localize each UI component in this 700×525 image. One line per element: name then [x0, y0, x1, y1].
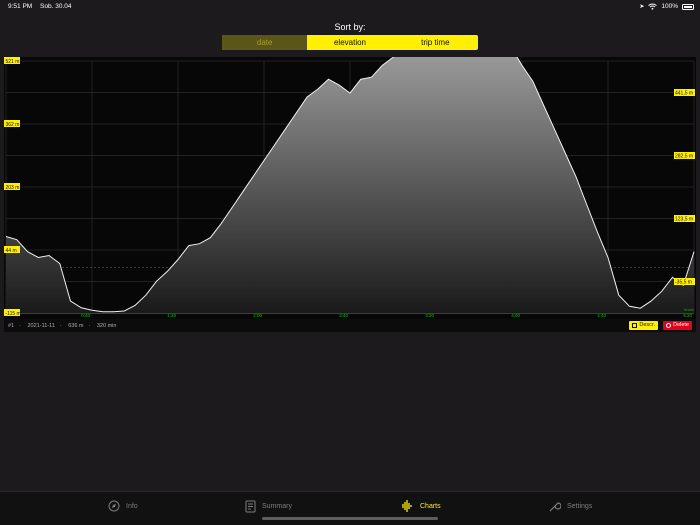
tab-info-label: Info: [126, 502, 138, 510]
sort-option-elevation[interactable]: elevation: [307, 35, 392, 50]
tab-settings[interactable]: Settings: [548, 500, 592, 513]
location-icon: ➤: [639, 4, 645, 10]
tab-charts-label: Charts: [420, 502, 441, 510]
delete-button[interactable]: Delete: [663, 321, 692, 330]
status-right: ➤ 100%: [639, 3, 694, 10]
tab-summary-label: Summary: [262, 503, 292, 510]
svg-text:123,5 m: 123,5 m: [675, 217, 693, 223]
battery-percent: 100%: [661, 3, 678, 10]
elevation-chart-panel: 521 m 362 m 203 m 44 m -115 m 441,5 m 282,5 m 1…: [4, 57, 696, 332]
elevation-area: [6, 57, 694, 313]
y-tick-label-right: 123,5 m: [674, 215, 695, 223]
tab-settings-label: Settings: [567, 503, 593, 510]
chart-record-info: #1 · 2021-11-11 · 636 m · 320 min Descr. De…: [4, 319, 696, 332]
x-tick-label: 2:00: [253, 313, 262, 318]
sort-segmented-control: date elevation trip time: [222, 35, 478, 50]
y-tick-label-left: 362 m: [4, 120, 20, 128]
svg-text:441,5 m: 441,5 m: [675, 91, 693, 97]
sort-option-trip-time[interactable]: trip time: [393, 35, 478, 50]
svg-text:203 m: 203 m: [6, 185, 20, 191]
x-tick-label: 5:20: [683, 313, 692, 318]
document-icon: [245, 500, 256, 513]
svg-text:521 m: 521 m: [6, 59, 20, 65]
delete-button-label: Delete: [673, 322, 689, 328]
svg-text:282,5 m: 282,5 m: [675, 154, 693, 160]
record-duration: 320 min: [96, 323, 117, 329]
svg-text:-35,5 m: -35,5 m: [675, 280, 692, 286]
status-date: Sob. 30.04: [40, 3, 72, 10]
y-tick-label-left: 521 m: [4, 57, 20, 65]
note-icon: [632, 323, 638, 328]
svg-text:-115 m: -115 m: [6, 311, 21, 317]
x-tick-label: 1:20: [167, 313, 176, 318]
record-id: #1: [8, 323, 15, 329]
wifi-icon: [648, 3, 658, 10]
x-tick-label: 3:20: [425, 313, 434, 318]
delete-icon: [666, 323, 672, 328]
wrench-icon: [549, 502, 561, 512]
record-elevation: 636 m: [68, 323, 84, 329]
x-tick-label: 4:40: [597, 313, 606, 318]
y-tick-label-left: 44 m: [4, 246, 20, 254]
y-tick-label-right: 282,5 m: [674, 152, 695, 160]
sort-label: Sort by:: [334, 22, 366, 32]
tab-summary[interactable]: Summary: [245, 500, 292, 513]
svg-text:44 m: 44 m: [6, 248, 17, 254]
compass-icon: [108, 500, 120, 512]
record-summary: #1 · 2021-11-11 · 636 m · 320 min: [8, 323, 117, 329]
x-tick-label: 4:00: [511, 313, 520, 318]
sort-option-date[interactable]: date: [222, 35, 308, 50]
x-unit-label: hr:min: [684, 308, 694, 312]
status-left: 9:51 PM Sob. 30.04: [8, 3, 77, 10]
y-tick-label-left: 203 m: [4, 183, 20, 191]
description-button[interactable]: Descr.: [629, 321, 658, 330]
svg-text:362 m: 362 m: [6, 122, 20, 128]
status-bar: 9:51 PM Sob. 30.04 ➤ 100%: [0, 0, 700, 14]
x-tick-label: 0:40: [81, 313, 90, 318]
x-tick-label: 2:40: [339, 313, 348, 318]
y-tick-label-left: -115 m: [4, 309, 21, 317]
y-tick-label-right: -35,5 m: [674, 278, 695, 286]
tab-info[interactable]: Info: [108, 500, 138, 512]
waveform-icon: [402, 500, 412, 512]
record-date: 2021-11-11: [27, 323, 55, 329]
description-button-label: Descr.: [639, 322, 655, 328]
y-tick-label-right: 441,5 m: [674, 89, 695, 97]
battery-icon: [682, 3, 694, 10]
status-time: 9:51 PM: [8, 3, 33, 10]
tab-charts[interactable]: Charts: [400, 500, 441, 512]
elevation-chart[interactable]: 521 m 362 m 203 m 44 m -115 m 441,5 m 282,5 m 1…: [4, 57, 696, 319]
home-indicator: [262, 517, 438, 520]
